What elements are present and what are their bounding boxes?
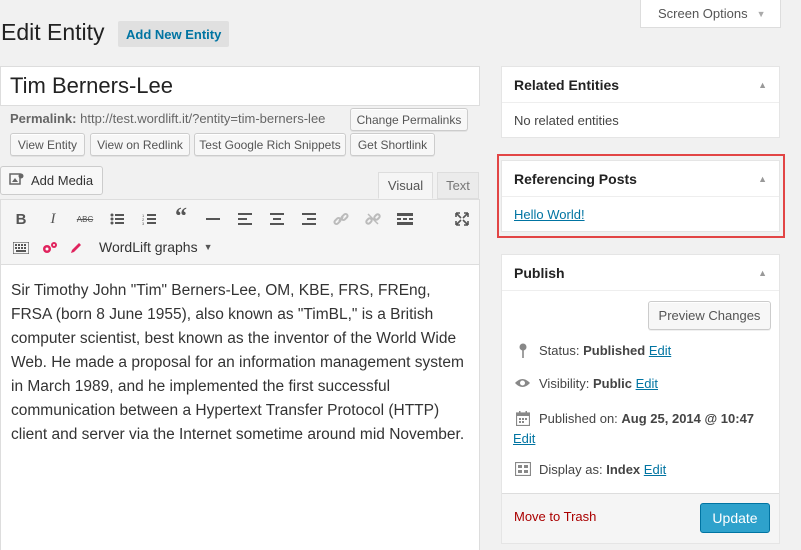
entity-title-input[interactable]: Tim Berners-Lee <box>0 66 480 106</box>
tab-text[interactable]: Text <box>437 172 479 199</box>
screen-options-button[interactable]: Screen Options ▼ <box>640 0 781 28</box>
align-center-icon[interactable] <box>266 208 288 230</box>
update-button[interactable]: Update <box>700 503 770 533</box>
visibility-label: Visibility: <box>539 376 590 391</box>
status-label: Status: <box>539 343 580 358</box>
media-icon <box>9 172 25 189</box>
status-value: Published <box>583 343 646 358</box>
page-title: Edit Entity <box>1 19 105 45</box>
collapse-arrow-icon[interactable]: ▲ <box>758 268 767 278</box>
edit-visibility-link[interactable]: Edit <box>636 376 658 391</box>
permalink-label: Permalink: <box>10 111 77 126</box>
screen-options-label: Screen Options <box>658 6 748 21</box>
caret-down-icon: ▼ <box>203 242 213 252</box>
permalink: Permalink: http://test.wordlift.it/?enti… <box>10 111 325 126</box>
display-as-label: Display as: <box>539 462 603 477</box>
editor-content[interactable]: Sir Timothy John "Tim" Berners-Lee, OM, … <box>1 265 479 447</box>
align-left-icon[interactable] <box>234 208 256 230</box>
pencil-icon[interactable] <box>65 237 87 259</box>
bold-button[interactable]: B <box>10 208 32 230</box>
wordlift-graphs-label: WordLift graphs <box>99 239 198 255</box>
content-editor[interactable]: B I ABC 123 “ WordLift graphs ▼ Sir Timo… <box>0 199 480 550</box>
caret-down-icon: ▼ <box>756 8 766 19</box>
horizontal-line-icon[interactable] <box>202 208 224 230</box>
add-media-button[interactable]: Add Media <box>0 166 103 195</box>
move-to-trash-link[interactable]: Move to Trash <box>514 509 596 524</box>
collapse-arrow-icon[interactable]: ▲ <box>758 80 767 90</box>
publish-title: Publish <box>514 264 565 281</box>
test-rich-snippets-button[interactable]: Test Google Rich Snippets <box>194 133 346 156</box>
status-row: Status: Published Edit <box>514 343 671 362</box>
fullscreen-icon[interactable] <box>451 208 473 230</box>
numbered-list-icon[interactable]: 123 <box>138 208 160 230</box>
get-shortlink-button[interactable]: Get Shortlink <box>350 133 435 156</box>
visibility-value: Public <box>592 376 632 391</box>
edit-published-link[interactable]: Edit <box>513 431 535 446</box>
read-more-icon[interactable] <box>394 208 416 230</box>
permalink-url[interactable]: http://test.wordlift.it/?entity=tim-bern… <box>80 111 325 126</box>
calendar-icon <box>514 411 531 429</box>
eye-icon <box>514 376 531 392</box>
related-entities-title: Related Entities <box>514 76 620 93</box>
published-on-row: Published on: Aug 25, 2014 @ 10:47 <box>514 411 769 429</box>
svg-text:3: 3 <box>142 221 145 225</box>
related-entities-panel: Related Entities ▲ No related entities <box>501 66 780 138</box>
change-permalinks-button[interactable]: Change Permalinks <box>350 108 468 131</box>
published-on-value: Aug 25, 2014 @ 10:47 <box>621 411 755 426</box>
publish-panel: Publish ▲ Preview Changes Status: Publis… <box>501 254 780 544</box>
align-right-icon[interactable] <box>298 208 320 230</box>
related-entities-empty: No related entities <box>514 113 619 128</box>
editor-toolbar: B I ABC 123 “ WordLift graphs ▼ <box>1 200 479 265</box>
published-on-label: Published on: <box>539 411 618 426</box>
toolbar-toggle-icon[interactable] <box>10 237 32 259</box>
visibility-row: Visibility: Public Edit <box>514 376 658 392</box>
view-on-redlink-button[interactable]: View on Redlink <box>90 133 190 156</box>
link-icon[interactable] <box>330 208 352 230</box>
related-entities-header[interactable]: Related Entities ▲ <box>502 67 779 103</box>
gears-icon[interactable] <box>39 237 61 259</box>
strikethrough-button[interactable]: ABC <box>74 208 96 230</box>
pin-icon <box>514 343 531 362</box>
edit-status-link[interactable]: Edit <box>649 343 671 358</box>
layout-icon <box>514 461 531 479</box>
italic-button[interactable]: I <box>42 208 64 230</box>
display-as-value: Index <box>606 462 641 477</box>
preview-changes-button[interactable]: Preview Changes <box>648 301 771 330</box>
tab-visual[interactable]: Visual <box>378 172 433 199</box>
bullet-list-icon[interactable] <box>106 208 128 230</box>
blockquote-button[interactable]: “ <box>170 204 192 230</box>
publish-actions: Move to Trash Update <box>502 493 779 543</box>
view-entity-button[interactable]: View Entity <box>10 133 85 156</box>
display-as-row: Display as: Index Edit <box>514 461 666 479</box>
highlight-frame <box>497 154 785 238</box>
wordlift-graphs-dropdown[interactable]: WordLift graphs ▼ <box>99 239 213 255</box>
publish-header[interactable]: Publish ▲ <box>502 255 779 291</box>
edit-display-link[interactable]: Edit <box>644 462 666 477</box>
unlink-icon[interactable] <box>362 208 384 230</box>
add-media-label: Add Media <box>31 173 94 188</box>
add-new-entity-button[interactable]: Add New Entity <box>118 21 230 47</box>
